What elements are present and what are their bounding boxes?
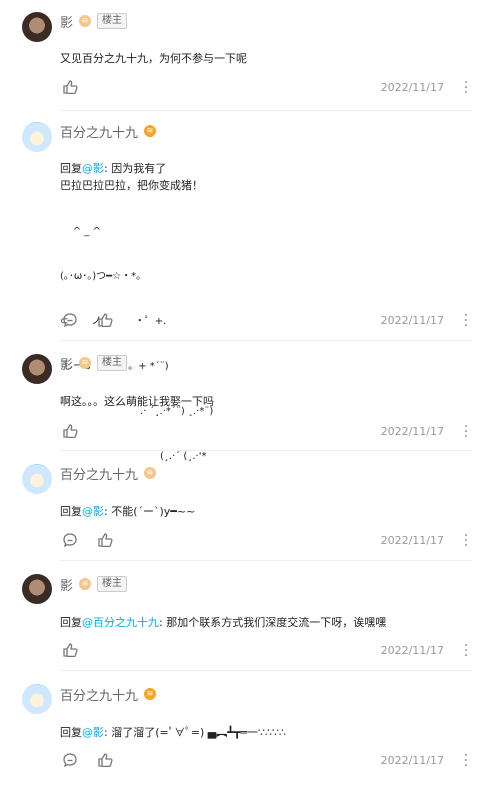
comment-actions: 2022/11/17: [60, 79, 486, 97]
reply-text: 因为我有了: [107, 162, 167, 175]
like-icon[interactable]: [97, 312, 113, 328]
comment-date: 2022/11/17: [380, 754, 444, 767]
reply-text: 不能(´ー`)y━~~: [107, 505, 196, 518]
comment-actions: 2022/11/17: [60, 423, 486, 441]
reply-text: 那加个联系方式我们深度交流一下呀，诶嘿嘿: [162, 616, 387, 629]
reply-text-line2: 巴拉巴拉巴拉，把你变成猪！: [60, 179, 203, 192]
comment-text: 啊这。。。这么萌能让我娶一下吗: [60, 395, 214, 408]
username[interactable]: 影: [60, 354, 73, 373]
mention-link[interactable]: @影: [82, 162, 104, 175]
comment-date: 2022/11/17: [380, 644, 444, 657]
like-icon[interactable]: [97, 752, 113, 768]
reply-prefix: 回复: [60, 726, 82, 739]
comment-header: 百分之九十九 ≋: [60, 464, 157, 483]
more-icon[interactable]: [464, 79, 468, 95]
comment-header: 影 ≋ 楼主: [60, 575, 128, 594]
username[interactable]: 百分之九十九: [60, 122, 138, 141]
comment-item: 影 ≋ 楼主 啊这。。。这么萌能让我娶一下吗 2022/11/17: [0, 340, 486, 450]
comment-date: 2022/11/17: [380, 425, 444, 438]
comment-header: 影 ≋ 楼主: [60, 354, 128, 373]
comment-actions: 2022/11/17: [60, 642, 486, 660]
avatar[interactable]: [22, 574, 52, 604]
level-icon: ≋: [79, 578, 92, 590]
comment-header: 百分之九十九 ≋: [60, 122, 157, 141]
level-icon: ≋: [144, 125, 157, 137]
owner-badge: 楼主: [97, 576, 128, 592]
level-icon: ≋: [79, 357, 92, 369]
comment-date: 2022/11/17: [380, 534, 444, 547]
avatar[interactable]: [22, 684, 52, 714]
comment-header: 影 ≋ 楼主: [60, 12, 128, 31]
more-icon[interactable]: [464, 642, 468, 658]
like-icon[interactable]: [62, 642, 78, 658]
reply-prefix: 回复: [60, 616, 82, 629]
username[interactable]: 百分之九十九: [60, 464, 138, 483]
like-icon[interactable]: [62, 423, 78, 439]
reply-icon[interactable]: [62, 752, 78, 768]
comment-date: 2022/11/17: [380, 314, 444, 327]
comment-header: 百分之九十九 ≋: [60, 685, 157, 704]
mention-link[interactable]: @影: [82, 726, 104, 739]
owner-badge: 楼主: [97, 13, 128, 29]
like-icon[interactable]: [62, 79, 78, 95]
level-icon: ≋: [79, 15, 92, 27]
comment-text: 又见百分之九十九，为何不参与一下呢: [60, 52, 247, 65]
comment-date: 2022/11/17: [380, 81, 444, 94]
comment-actions: 2022/11/17: [60, 752, 486, 770]
level-icon: ≋: [144, 688, 157, 700]
avatar[interactable]: [22, 354, 52, 384]
more-icon[interactable]: [464, 423, 468, 439]
comment-actions: 2022/11/17: [60, 532, 486, 550]
reply-prefix: 回复: [60, 162, 82, 175]
username[interactable]: 影: [60, 575, 73, 594]
reply-icon[interactable]: [62, 532, 78, 548]
art-line: (｡･ω･｡)つ━☆・*。: [60, 271, 147, 282]
comment-text: 回复@影: 不能(´ー`)y━~~: [60, 503, 460, 520]
comment-thread: 影 ≋ 楼主 又见百分之九十九，为何不参与一下呢 2022/11/17 百分之九…: [0, 0, 486, 785]
avatar[interactable]: [22, 12, 52, 42]
avatar[interactable]: [22, 122, 52, 152]
comment-text: 回复@影: 溜了溜了(=ﾟ∀ﾟ=) ▄︻┻┳═一∵∴∵∴: [60, 724, 460, 741]
like-icon[interactable]: [97, 532, 113, 548]
comment-item: 百分之九十九 ≋ 回复@影: 不能(´ー`)y━~~ 2022/11/17: [0, 450, 486, 560]
comment-text: 回复@百分之九十九: 那加个联系方式我们深度交流一下呀，诶嘿嘿: [60, 614, 460, 631]
more-icon[interactable]: [464, 532, 468, 548]
avatar[interactable]: [22, 464, 52, 494]
mention-link[interactable]: @影: [82, 505, 104, 518]
more-icon[interactable]: [464, 752, 468, 768]
owner-badge: 楼主: [97, 355, 128, 371]
comment-item: 影 ≋ 楼主 回复@百分之九十九: 那加个联系方式我们深度交流一下呀，诶嘿嘿 2…: [0, 560, 486, 670]
username[interactable]: 影: [60, 12, 73, 31]
comment-item: 影 ≋ 楼主 又见百分之九十九，为何不参与一下呢 2022/11/17: [0, 0, 486, 110]
mention-link[interactable]: @百分之九十九: [82, 616, 159, 629]
reply-prefix: 回复: [60, 505, 82, 518]
art-line: ^ _ ^: [60, 226, 101, 237]
level-icon: ≋: [144, 467, 157, 479]
username[interactable]: 百分之九十九: [60, 685, 138, 704]
more-icon[interactable]: [464, 312, 468, 328]
comment-item: 百分之九十九 ≋ 回复@影: 因为我有了 巴拉巴拉巴拉，把你变成猪！ ^ _ ^…: [0, 110, 486, 462]
reply-text: 溜了溜了(=ﾟ∀ﾟ=) ▄︻┻┳═一∵∴∵∴: [107, 726, 287, 739]
comment-item: 百分之九十九 ≋ 回复@影: 溜了溜了(=ﾟ∀ﾟ=) ▄︻┻┳═一∵∴∵∴ 20…: [0, 670, 486, 785]
comment-actions: 2022/11/17: [60, 312, 486, 330]
reply-icon[interactable]: [62, 312, 78, 328]
